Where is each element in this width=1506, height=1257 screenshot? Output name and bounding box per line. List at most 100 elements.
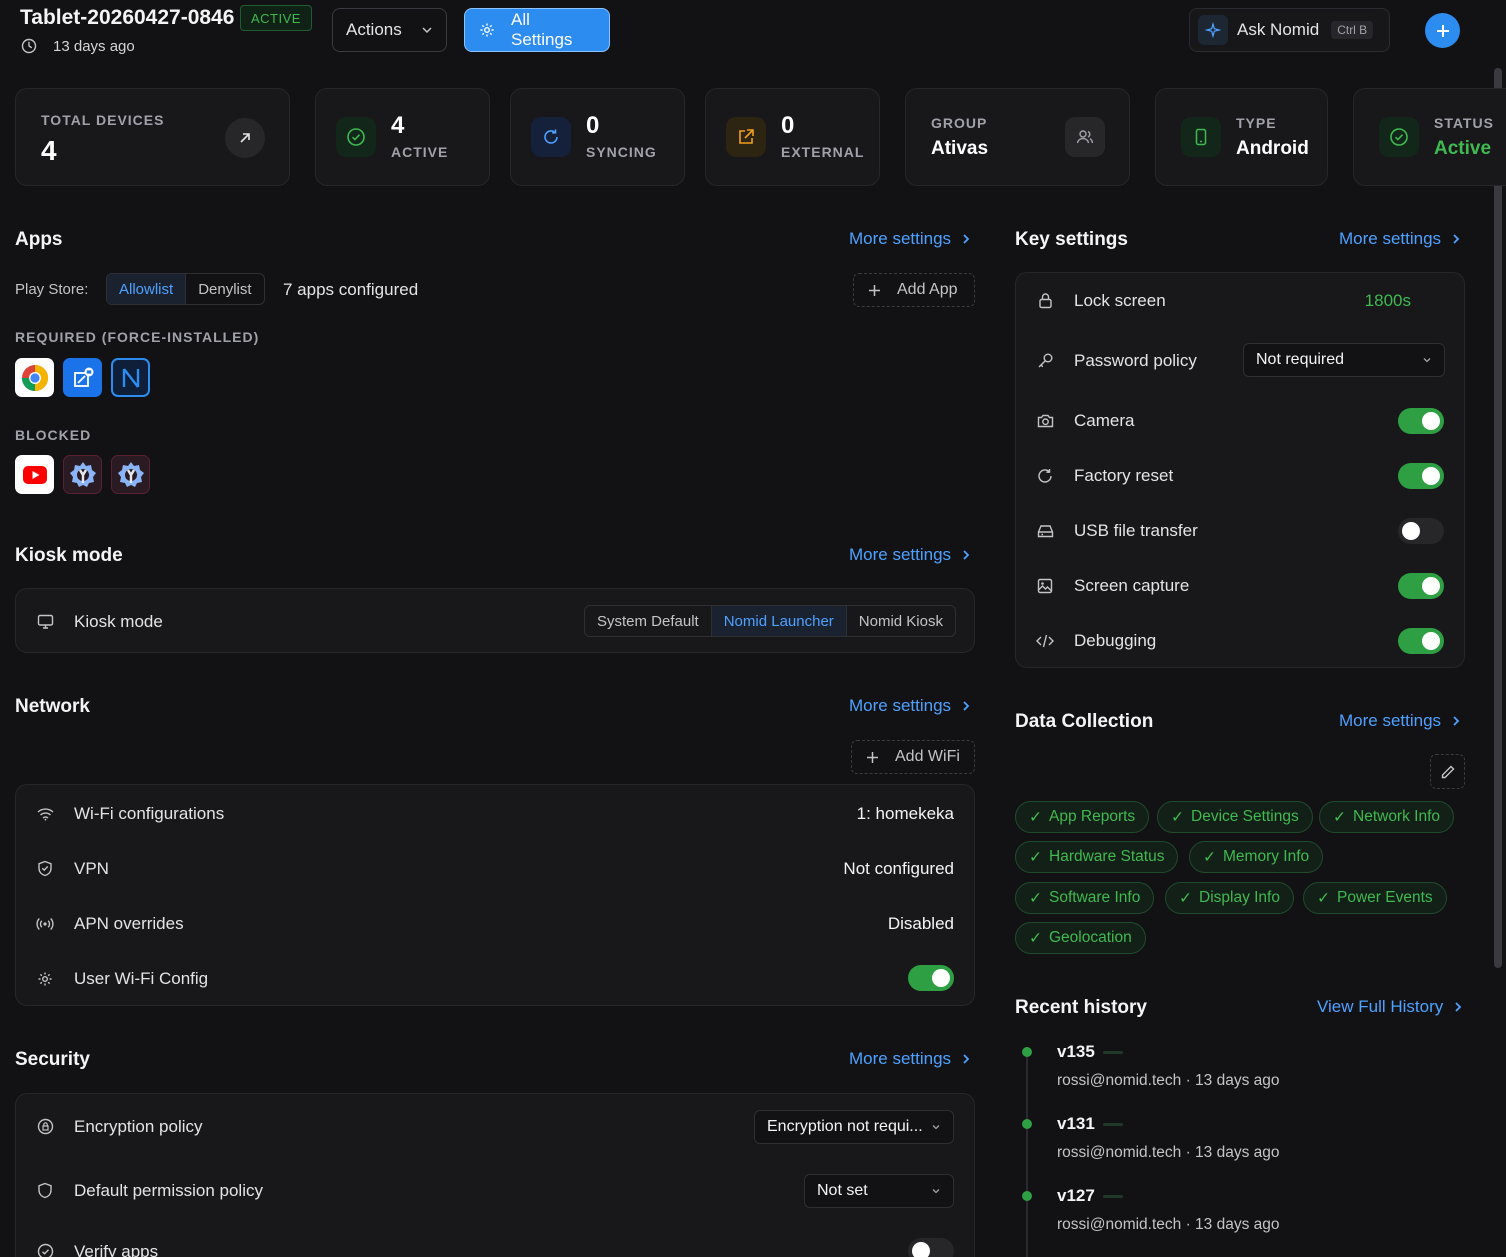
view-history-label: View Full History (1317, 997, 1444, 1016)
plus-icon (1435, 23, 1451, 39)
encryption-selected: Encryption not requi... (767, 1118, 923, 1135)
monitor-icon (36, 613, 54, 631)
chip-device-settings[interactable]: ✓ Device Settings (1157, 801, 1313, 833)
nomid-app-icon[interactable] (111, 358, 150, 397)
edit-button[interactable] (1430, 754, 1465, 789)
lock-screen-row[interactable]: Lock screen 1800s (1016, 273, 1464, 328)
kiosk-option-nomid-launcher[interactable]: Nomid Launcher (711, 606, 847, 636)
chrome-app-icon[interactable] (15, 358, 54, 397)
denylist-option[interactable]: Denylist (186, 274, 263, 304)
debugging-toggle[interactable] (1398, 628, 1444, 654)
add-button[interactable] (1425, 13, 1460, 48)
active-card[interactable]: 4 ACTIVE (315, 88, 490, 186)
debugging-label: Debugging (1074, 630, 1157, 650)
key-settings-more-link[interactable]: More settings (1339, 229, 1461, 249)
permission-select[interactable]: Not set (804, 1174, 954, 1208)
syncing-label: SYNCING (586, 144, 657, 160)
factory-reset-row: Factory reset (1016, 448, 1464, 503)
plus-icon (868, 284, 881, 297)
history-version[interactable]: v135 (1057, 1042, 1095, 1062)
settings-app-icon[interactable] (111, 455, 150, 494)
add-app-button[interactable]: Add App (853, 273, 975, 307)
chip-label: App Reports (1049, 808, 1136, 825)
add-app-label: Add App (897, 281, 958, 298)
vpn-row[interactable]: VPN Not configured (16, 841, 974, 896)
chevron-right-icon (961, 549, 971, 561)
factory-reset-toggle[interactable] (1398, 463, 1444, 489)
user-wifi-toggle[interactable] (908, 965, 954, 991)
wifi-icon (36, 805, 54, 823)
verify-apps-row: Verify apps (16, 1224, 974, 1257)
encryption-select[interactable]: Encryption not requi... (754, 1110, 954, 1144)
kiosk-option-system-default[interactable]: System Default (585, 606, 712, 636)
security-more-settings-link[interactable]: More settings (849, 1049, 971, 1069)
network-title: Network (15, 696, 90, 717)
usb-transfer-label: USB file transfer (1074, 520, 1198, 540)
chip-network-info[interactable]: ✓ Network Info (1319, 801, 1455, 833)
external-link-icon (726, 117, 766, 157)
more-settings-label: More settings (849, 696, 952, 715)
timeline-line (1026, 1052, 1028, 1257)
syncing-card[interactable]: 0 SYNCING (510, 88, 685, 186)
youtube-app-icon[interactable] (15, 455, 54, 494)
play-store-mode-toggle[interactable]: Allowlist Denylist (106, 273, 265, 305)
chip-label: Memory Info (1223, 848, 1310, 865)
chip-hardware-status[interactable]: ✓ Hardware Status (1015, 841, 1179, 873)
chip-memory-info[interactable]: ✓ Memory Info (1189, 841, 1324, 873)
kiosk-option-nomid-kiosk[interactable]: Nomid Kiosk (847, 606, 955, 636)
add-wifi-button[interactable]: Add WiFi (851, 740, 975, 774)
check-circle-icon (36, 1243, 54, 1257)
gear-icon (479, 22, 495, 38)
network-more-settings-link[interactable]: More settings (849, 696, 971, 716)
sparkle-icon (1198, 15, 1228, 45)
type-label: TYPE (1236, 115, 1277, 131)
group-card[interactable]: GROUP Ativas (905, 88, 1130, 186)
timeline-dot (1022, 1191, 1032, 1201)
password-policy-select[interactable]: Not required (1243, 343, 1445, 377)
view-full-history-link[interactable]: View Full History (1317, 997, 1463, 1017)
kiosk-more-settings-link[interactable]: More settings (849, 545, 971, 565)
chip-display-info[interactable]: ✓ Display Info (1165, 882, 1294, 914)
chip-software-info[interactable]: ✓ Software Info (1015, 882, 1155, 914)
shortcut-hint: Ctrl B (1331, 21, 1374, 39)
kiosk-mode-selector[interactable]: System Default Nomid Launcher Nomid Kios… (584, 605, 956, 637)
screen-capture-row: Screen capture (1016, 558, 1464, 613)
screen-capture-toggle[interactable] (1398, 573, 1444, 599)
ask-nomid-button[interactable]: Ask Nomid Ctrl B (1189, 8, 1390, 52)
actions-button[interactable]: Actions (332, 8, 447, 52)
type-card[interactable]: TYPE Android (1155, 88, 1328, 186)
kiosk-title: Kiosk mode (15, 545, 123, 566)
device-title: Tablet-20260427-0846 (20, 6, 235, 29)
wifi-config-label: Wi-Fi configurations (74, 803, 225, 823)
history-version[interactable]: v127 (1057, 1186, 1095, 1206)
check-circle-icon (336, 117, 376, 157)
add-wifi-label: Add WiFi (895, 748, 960, 765)
apps-more-settings-link[interactable]: More settings (849, 229, 971, 249)
verify-apps-toggle[interactable] (908, 1238, 954, 1257)
wifi-config-row[interactable]: Wi-Fi configurations 1: homekeka (16, 786, 974, 841)
managed-app-icon[interactable] (63, 358, 102, 397)
usb-transfer-toggle[interactable] (1398, 518, 1444, 544)
check-icon: ✓ (1203, 848, 1216, 866)
chip-geolocation[interactable]: ✓ Geolocation (1015, 922, 1146, 954)
data-collection-more-link[interactable]: More settings (1339, 711, 1461, 731)
arrow-up-right-icon[interactable] (225, 118, 265, 158)
status-card[interactable]: STATUS Active (1353, 88, 1506, 186)
all-settings-button[interactable]: All Settings (464, 8, 610, 52)
chip-power-events[interactable]: ✓ Power Events (1303, 882, 1447, 914)
settings-app-icon[interactable] (63, 455, 102, 494)
external-card[interactable]: 0 EXTERNAL (705, 88, 880, 186)
check-icon: ✓ (1317, 889, 1330, 907)
total-devices-card[interactable]: TOTAL DEVICES 4 (15, 88, 290, 186)
kiosk-card: Kiosk mode System Default Nomid Launcher… (15, 588, 975, 653)
allowlist-option[interactable]: Allowlist (107, 274, 187, 304)
chip-label: Geolocation (1049, 929, 1132, 946)
apn-row[interactable]: APN overrides Disabled (16, 896, 974, 951)
more-settings-label: More settings (849, 229, 952, 248)
camera-row: Camera (1016, 393, 1464, 448)
scrollbar[interactable] (1494, 68, 1502, 968)
all-settings-label: All Settings (511, 10, 573, 49)
history-version[interactable]: v131 (1057, 1114, 1095, 1134)
chip-app-reports[interactable]: ✓ App Reports (1015, 801, 1150, 833)
camera-toggle[interactable] (1398, 408, 1444, 434)
